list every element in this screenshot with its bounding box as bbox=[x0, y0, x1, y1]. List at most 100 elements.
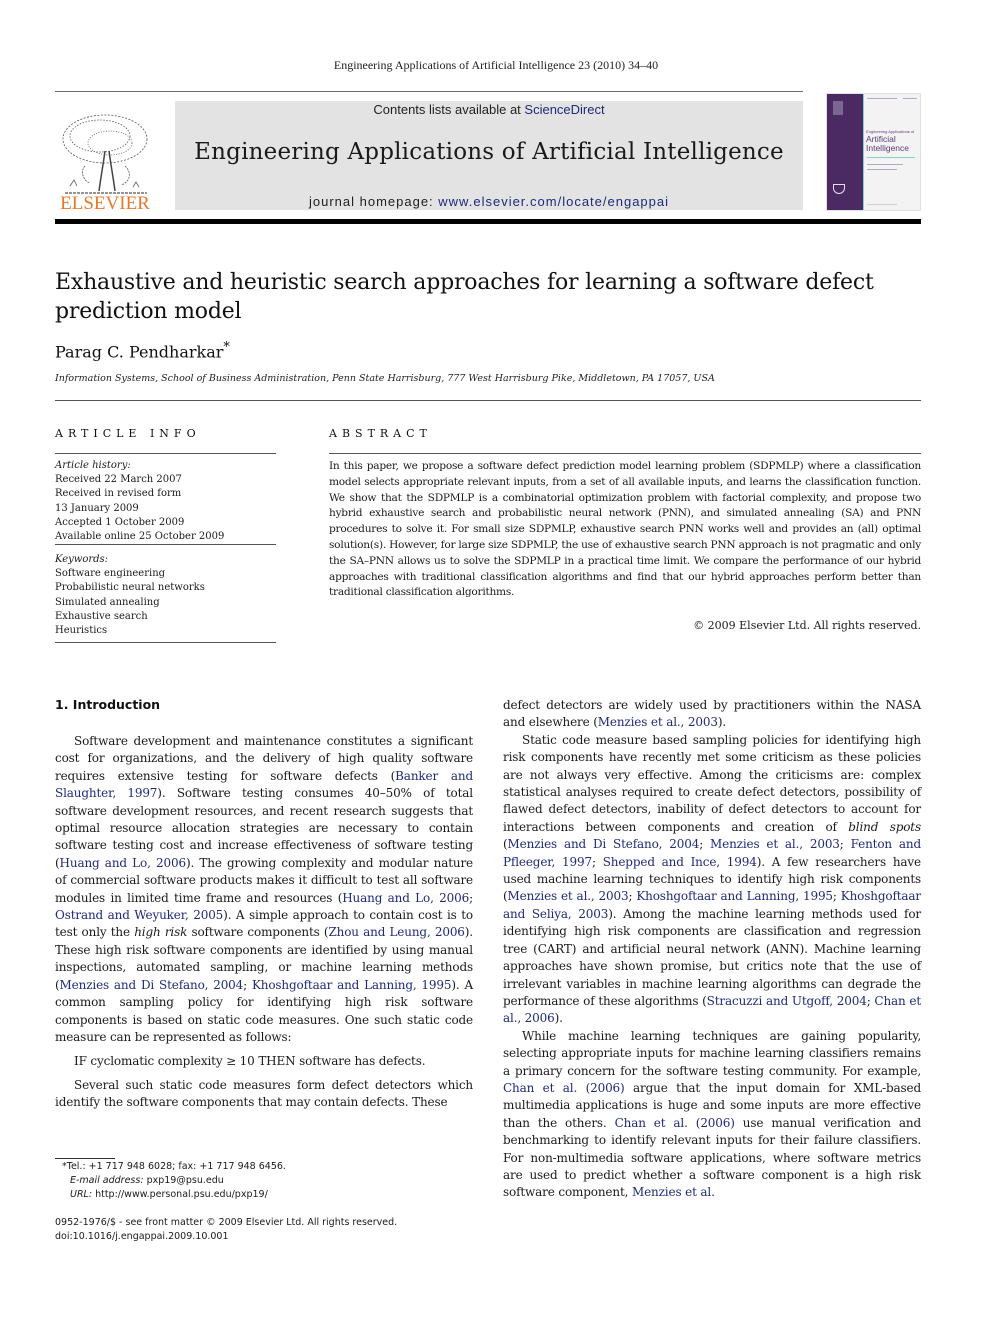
homepage-prefix: journal homepage: bbox=[308, 194, 439, 209]
formula: IF cyclomatic complexity ≥ 10 THEN softw… bbox=[74, 1054, 426, 1069]
footnote-url: URL: http://www.personal.psu.edu/pxp19/ bbox=[62, 1188, 286, 1202]
cover-text-bar bbox=[867, 164, 903, 165]
citation-link[interactable]: Menzies et al., 2003 bbox=[508, 889, 629, 903]
keyword-item: Heuristics bbox=[55, 625, 108, 637]
abstract-text: In this paper, we propose a software def… bbox=[329, 460, 921, 599]
cover-text-bar bbox=[867, 157, 915, 158]
article-history: Article history: Received 22 March 2007 … bbox=[55, 459, 276, 544]
citation-link[interactable]: Huang and Lo, 2006 bbox=[60, 856, 187, 870]
body-text: While machine learning techniques are ga… bbox=[503, 1028, 921, 1078]
cover-logo-icon bbox=[833, 101, 843, 115]
publisher-name: ELSEVIER bbox=[60, 193, 150, 214]
divider bbox=[329, 453, 921, 454]
citation-link[interactable]: Shepped and Ince, 1994 bbox=[603, 855, 757, 869]
body-text: ; bbox=[591, 854, 603, 869]
citation-link[interactable]: Chan et al. (2006) bbox=[503, 1081, 625, 1095]
paragraph: Several such static code measures form d… bbox=[55, 1077, 473, 1112]
citation-link[interactable]: Huang and Lo, 2006 bbox=[342, 891, 469, 905]
journal-homepage-link[interactable]: www.elsevier.com/locate/engappai bbox=[438, 194, 669, 209]
keyword-item: Exhaustive search bbox=[55, 610, 148, 622]
keywords-label: Keywords: bbox=[55, 554, 109, 565]
keyword-item: Software engineering bbox=[55, 568, 166, 580]
footnote-tel: *Tel.: +1 717 948 6028; fax: +1 717 948 … bbox=[62, 1161, 286, 1172]
citation-link[interactable]: Menzies and Di Stefano, 2004 bbox=[508, 837, 700, 851]
body-text: ). bbox=[554, 1011, 563, 1026]
divider bbox=[55, 400, 921, 401]
body-text: software components ( bbox=[187, 925, 329, 940]
author-name: Parag C. Pendharkar bbox=[55, 342, 224, 362]
citation-link[interactable]: Chan et al. (2006) bbox=[615, 1116, 735, 1130]
history-item: Received in revised form bbox=[55, 488, 182, 500]
citation-link[interactable]: Ostrand and Weyuker, 2005 bbox=[55, 908, 223, 922]
divider bbox=[55, 544, 276, 545]
url-label: URL: bbox=[70, 1189, 93, 1201]
doi-line[interactable]: doi:10.1016/j.engappai.2009.10.001 bbox=[55, 1230, 397, 1244]
divider bbox=[55, 642, 276, 643]
author: Parag C. Pendharkar* bbox=[55, 340, 230, 361]
contents-prefix: Contents lists available at bbox=[373, 102, 525, 117]
citation-link[interactable]: Stracuzzi and Utgoff, 2004 bbox=[707, 994, 867, 1008]
contents-line: Contents lists available at ScienceDirec… bbox=[175, 102, 803, 117]
affiliation: Information Systems, School of Business … bbox=[55, 373, 715, 384]
keyword-item: Probabilistic neural networks bbox=[55, 582, 205, 594]
citation-link[interactable]: Menzies et al., 2003 bbox=[710, 837, 840, 851]
abstract-heading: ABSTRACT bbox=[329, 427, 432, 440]
history-item: Accepted 1 October 2009 bbox=[55, 516, 185, 528]
body-text: ; bbox=[243, 977, 252, 992]
running-head: Engineering Applications of Artificial I… bbox=[333, 58, 659, 72]
cover-title-line2: Intelligence bbox=[866, 143, 910, 153]
body-text: ; bbox=[839, 837, 851, 852]
journal-cover-thumbnail[interactable]: Engineering Applications of Artificial I… bbox=[826, 93, 921, 211]
section-heading-introduction: 1. Introduction bbox=[55, 697, 161, 712]
cover-text-bar bbox=[867, 204, 897, 205]
cover-accent-line bbox=[863, 94, 864, 210]
front-matter: 0952-1976/$ - see front matter © 2009 El… bbox=[55, 1216, 397, 1244]
keywords: Keywords: Software engineering Probabili… bbox=[55, 553, 276, 638]
right-column: defect detectors are widely used by prac… bbox=[503, 697, 921, 1202]
history-label: Article history: bbox=[55, 460, 131, 471]
paragraph: defect detectors are widely used by prac… bbox=[503, 697, 921, 732]
masthead-rule bbox=[55, 219, 921, 224]
cover-title: Artificial Intelligence bbox=[866, 135, 909, 153]
paragraph: Software development and maintenance con… bbox=[55, 733, 473, 1046]
history-item: Received 22 March 2007 bbox=[55, 474, 182, 486]
citation-link[interactable]: Menzies et al. bbox=[632, 1185, 715, 1199]
email-label: E-mail address: bbox=[70, 1175, 144, 1187]
abstract-copyright: © 2009 Elsevier Ltd. All rights reserved… bbox=[693, 619, 921, 632]
article-info-heading: ARTICLE INFO bbox=[55, 427, 201, 440]
cover-text-bar bbox=[867, 169, 897, 170]
citation-link[interactable]: Menzies and Di Stefano, 2004 bbox=[60, 978, 244, 992]
author-footnote: *Tel.: +1 717 948 6028; fax: +1 717 948 … bbox=[62, 1160, 286, 1203]
body-text: ). Among the machine learning methods us… bbox=[503, 906, 921, 1008]
url-value[interactable]: http://www.personal.psu.edu/pxp19/ bbox=[92, 1189, 268, 1200]
body-text: ; bbox=[832, 889, 841, 904]
footnote-rule bbox=[55, 1158, 115, 1159]
left-column: Software development and maintenance con… bbox=[55, 733, 473, 1112]
issn-line: 0952-1976/$ - see front matter © 2009 El… bbox=[55, 1217, 398, 1228]
body-text: Static code measure based sampling polic… bbox=[503, 732, 921, 834]
keyword-item: Simulated annealing bbox=[55, 596, 160, 608]
body-text: ; bbox=[699, 837, 710, 852]
citation-link[interactable]: Khoshgoftaar and Lanning, 1995 bbox=[252, 978, 452, 992]
body-text: ). bbox=[717, 715, 727, 730]
emphasis-text: high risk bbox=[134, 925, 188, 940]
cover-text-bar bbox=[903, 98, 917, 99]
header-rule bbox=[55, 91, 803, 92]
paragraph: Static code measure based sampling polic… bbox=[503, 732, 921, 1028]
citation-link[interactable]: Zhou and Leung, 2006 bbox=[328, 925, 464, 939]
footnote-email: E-mail address: pxp19@psu.edu bbox=[62, 1174, 286, 1188]
paragraph: While machine learning techniques are ga… bbox=[503, 1028, 921, 1202]
citation-link[interactable]: Khoshgoftaar and Lanning, 1995 bbox=[636, 889, 833, 903]
history-item: 13 January 2009 bbox=[55, 502, 139, 514]
body-text: Several such static code measures form d… bbox=[55, 1077, 473, 1110]
homepage-line: journal homepage: www.elsevier.com/locat… bbox=[175, 194, 803, 209]
body-text: ; bbox=[469, 890, 473, 905]
sciencedirect-link[interactable]: ScienceDirect bbox=[524, 102, 604, 117]
email-value[interactable]: pxp19@psu.edu bbox=[144, 1175, 224, 1186]
divider bbox=[55, 453, 276, 454]
citation-link[interactable]: Menzies et al., 2003 bbox=[598, 715, 718, 729]
journal-title: Engineering Applications of Artificial I… bbox=[194, 139, 784, 165]
emphasis-text: blind spots bbox=[848, 819, 921, 834]
cover-text-bar bbox=[867, 98, 897, 99]
author-footnote-mark[interactable]: * bbox=[223, 340, 230, 355]
